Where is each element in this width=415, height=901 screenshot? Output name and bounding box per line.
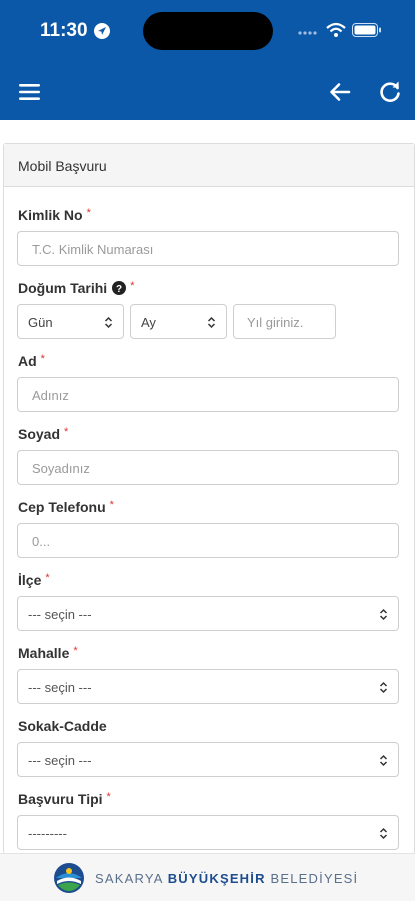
telefon-input[interactable]: 0... xyxy=(17,523,399,558)
question-circle-icon[interactable]: ? xyxy=(112,281,127,295)
mahalle-label: Mahalle * xyxy=(18,645,78,661)
municipality-logo-icon xyxy=(54,863,84,893)
birth-month-value: Ay xyxy=(141,315,156,330)
mahalle-value: --- seçin --- xyxy=(28,680,92,695)
kimlik-label: Kimlik No * xyxy=(18,207,91,223)
refresh-icon[interactable] xyxy=(377,79,403,105)
select-chevron-icon xyxy=(207,316,216,329)
select-chevron-icon xyxy=(379,827,388,840)
form-title: Mobil Başvuru xyxy=(18,158,107,174)
kimlik-no-input[interactable]: T.C. Kimlik Numarası xyxy=(17,231,399,266)
select-chevron-icon xyxy=(379,681,388,694)
basvuru-tipi-value: --------- xyxy=(28,826,67,841)
select-chevron-icon xyxy=(379,608,388,621)
wifi-icon xyxy=(326,22,346,37)
required-mark: * xyxy=(86,207,91,219)
required-mark: * xyxy=(40,353,45,365)
ad-placeholder: Adınız xyxy=(32,388,69,403)
soyad-input[interactable]: Soyadınız xyxy=(17,450,399,485)
app-header: 11:30 xyxy=(0,0,415,120)
status-time: 11:30 xyxy=(40,20,88,41)
brand-text: SAKARYA BÜYÜKŞEHİR BELEDİYESİ xyxy=(95,871,359,886)
basvuru-tipi-label: Başvuru Tipi * xyxy=(18,791,111,807)
telefon-placeholder: 0... xyxy=(32,534,51,549)
mahalle-select[interactable]: --- seçin --- xyxy=(17,669,399,704)
sokak-value: --- seçin --- xyxy=(28,753,92,768)
select-chevron-icon xyxy=(379,754,388,767)
ilce-select[interactable]: --- seçin --- xyxy=(17,596,399,631)
ad-label: Ad * xyxy=(18,353,45,369)
kimlik-placeholder: T.C. Kimlik Numarası xyxy=(32,242,154,257)
svg-text:?: ? xyxy=(116,284,122,295)
birth-year-input[interactable]: Yıl giriniz. xyxy=(233,304,336,339)
basvuru-tipi-select[interactable]: --------- xyxy=(17,815,399,850)
required-mark: * xyxy=(106,791,111,803)
ilce-value: --- seçin --- xyxy=(28,607,92,622)
birth-year-placeholder: Yıl giriniz. xyxy=(247,315,304,330)
ad-input[interactable]: Adınız xyxy=(17,377,399,412)
required-mark: * xyxy=(73,645,78,657)
birth-day-select[interactable]: Gün xyxy=(17,304,124,339)
select-chevron-icon xyxy=(104,316,113,329)
signal-dots-icon xyxy=(298,31,317,35)
dynamic-island xyxy=(143,12,273,50)
card-header: Mobil Başvuru xyxy=(4,144,414,187)
birth-day-value: Gün xyxy=(28,315,53,330)
arrow-left-icon[interactable] xyxy=(328,80,352,104)
required-mark: * xyxy=(109,499,114,511)
required-mark: * xyxy=(45,572,50,584)
location-arrow-icon xyxy=(94,23,110,39)
battery-icon xyxy=(352,23,381,37)
birth-month-select[interactable]: Ay xyxy=(130,304,227,339)
dogum-tarihi-label: Doğum Tarihi? * xyxy=(18,280,135,296)
soyad-placeholder: Soyadınız xyxy=(32,461,90,476)
telefon-label: Cep Telefonu * xyxy=(18,499,114,515)
hamburger-menu-icon[interactable] xyxy=(18,82,42,102)
sokak-select[interactable]: --- seçin --- xyxy=(17,742,399,777)
required-mark: * xyxy=(130,280,135,292)
soyad-label: Soyad * xyxy=(18,426,69,442)
sokak-label: Sokak-Cadde xyxy=(18,718,107,734)
footer-brand-bar: SAKARYA BÜYÜKŞEHİR BELEDİYESİ xyxy=(0,853,415,901)
required-mark: * xyxy=(64,426,69,438)
ilce-label: İlçe * xyxy=(18,572,50,588)
